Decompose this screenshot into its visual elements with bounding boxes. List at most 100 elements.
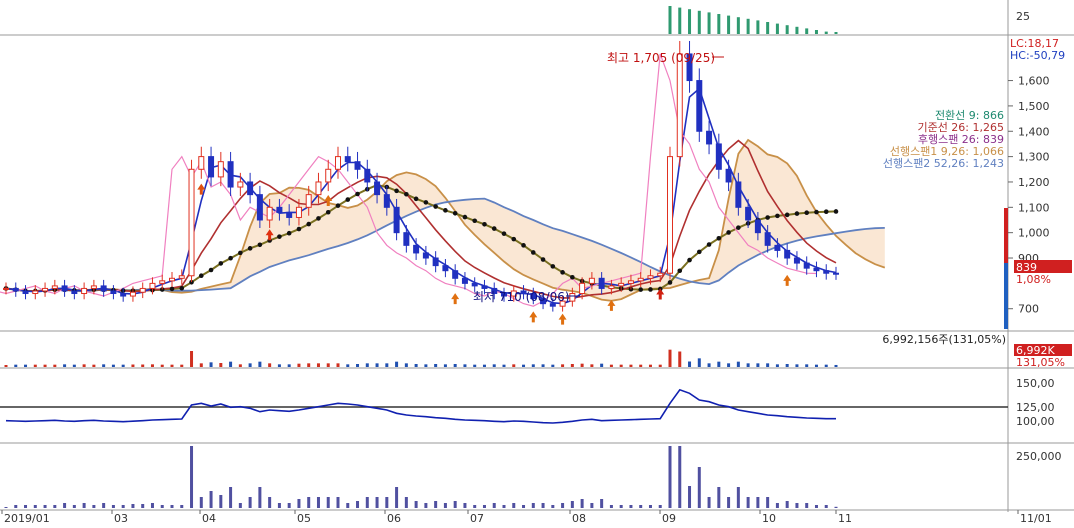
candle-body [764, 232, 771, 246]
bottom-bar [512, 503, 516, 508]
time-tick-label: 05 [297, 512, 311, 525]
candle-body [61, 285, 68, 292]
volume-bar [111, 364, 115, 367]
bottom-bar [121, 505, 125, 508]
ma-dot [394, 188, 399, 194]
bottom-bar [219, 495, 223, 508]
volume-bar [150, 364, 154, 367]
bottom-bar [131, 504, 135, 508]
candle-body [461, 277, 468, 284]
bottom-bar [92, 505, 96, 508]
time-tick-label: 03 [114, 512, 128, 525]
bottom-bar [336, 497, 340, 508]
price-tick-label: 1,200 [1018, 176, 1050, 189]
bottom-axis-tick: 250,000 [1016, 450, 1062, 463]
bottom-bar [541, 503, 545, 508]
ma-dot [765, 215, 770, 220]
top-bar [805, 28, 809, 34]
bottom-bar [492, 503, 496, 508]
volume-bar [551, 364, 555, 367]
bottom-bar [746, 497, 750, 508]
volume-bar [668, 349, 672, 367]
price-range-up [1004, 208, 1008, 263]
volume-bar [522, 364, 526, 367]
candle-body [637, 277, 644, 282]
volume-bar [375, 363, 379, 367]
indicator-tick-150: 150,00 [1016, 377, 1055, 390]
ma-dot [530, 250, 536, 255]
time-tick-label: 04 [202, 512, 216, 525]
ma-dot [501, 231, 507, 236]
volume-bar [229, 361, 233, 367]
volume-bar [277, 364, 281, 367]
candle-body [71, 290, 78, 295]
time-tick-label: 06 [387, 512, 401, 525]
top-bar [697, 10, 701, 35]
bottom-bar [678, 446, 682, 508]
candle-body [706, 130, 713, 145]
candle-body [81, 287, 88, 295]
price-tick-label: 1,400 [1018, 125, 1050, 138]
volume-bar [14, 364, 18, 367]
time-tick-label: 2019/01 [4, 512, 50, 525]
candle-body [139, 287, 146, 293]
volume-bar [600, 363, 604, 367]
candle-body [422, 252, 429, 259]
bottom-bar [570, 501, 574, 508]
top-bar [717, 14, 721, 34]
ma-dot [521, 243, 526, 248]
candle-body [413, 244, 420, 254]
bottom-bar [33, 505, 37, 508]
top-bar [678, 7, 682, 34]
candle-body [627, 280, 634, 284]
ma-dot [296, 226, 302, 232]
candle-body [774, 244, 781, 251]
bottom-bar [756, 497, 760, 508]
volume-bar [141, 364, 145, 367]
ma-dot [648, 287, 653, 292]
candle-body [208, 156, 215, 178]
bottom-bar [199, 497, 203, 508]
bottom-bar [102, 503, 106, 508]
bottom-bar [805, 503, 809, 508]
volume-bar [453, 364, 457, 367]
top-bar [766, 22, 770, 34]
bottom-bar [150, 503, 154, 508]
volume-bar [482, 364, 486, 367]
time-tick-label: 08 [572, 512, 586, 525]
volume-bar [336, 363, 340, 367]
legend-span-b: 선행스팬2 52,26: 1,243 [883, 157, 1004, 170]
ma-dot [218, 261, 224, 266]
volume-bar [53, 364, 57, 367]
bottom-bar [141, 504, 145, 508]
volume-bar [502, 364, 506, 367]
bottom-bar [717, 487, 721, 508]
bottom-bar [414, 501, 418, 508]
ma-dot [482, 222, 487, 227]
bottom-bar [268, 497, 272, 508]
bottom-bar [356, 501, 360, 508]
volume-bar [658, 364, 662, 367]
volume-bar [717, 361, 721, 367]
price-tick-label: 1,000 [1018, 227, 1050, 240]
top-bar [785, 25, 789, 34]
volume-bar [805, 364, 809, 367]
volume-bar [33, 364, 37, 367]
ma-dot [570, 274, 575, 280]
ma-dot [677, 268, 683, 274]
bottom-bar [316, 497, 320, 508]
bottom-bar [170, 505, 174, 508]
volume-bar [561, 364, 565, 367]
volume-bar [727, 363, 731, 367]
bottom-bar [668, 446, 672, 508]
volume-bar [512, 364, 516, 367]
candle-body [403, 232, 410, 246]
bottom-bar [561, 503, 565, 508]
candle-body [90, 285, 97, 289]
candle-body [471, 282, 478, 287]
top-bar [707, 12, 711, 34]
volume-bar [297, 363, 301, 367]
volume-bar [258, 361, 262, 367]
ma-dot [716, 236, 722, 241]
volume-bar [248, 363, 252, 367]
